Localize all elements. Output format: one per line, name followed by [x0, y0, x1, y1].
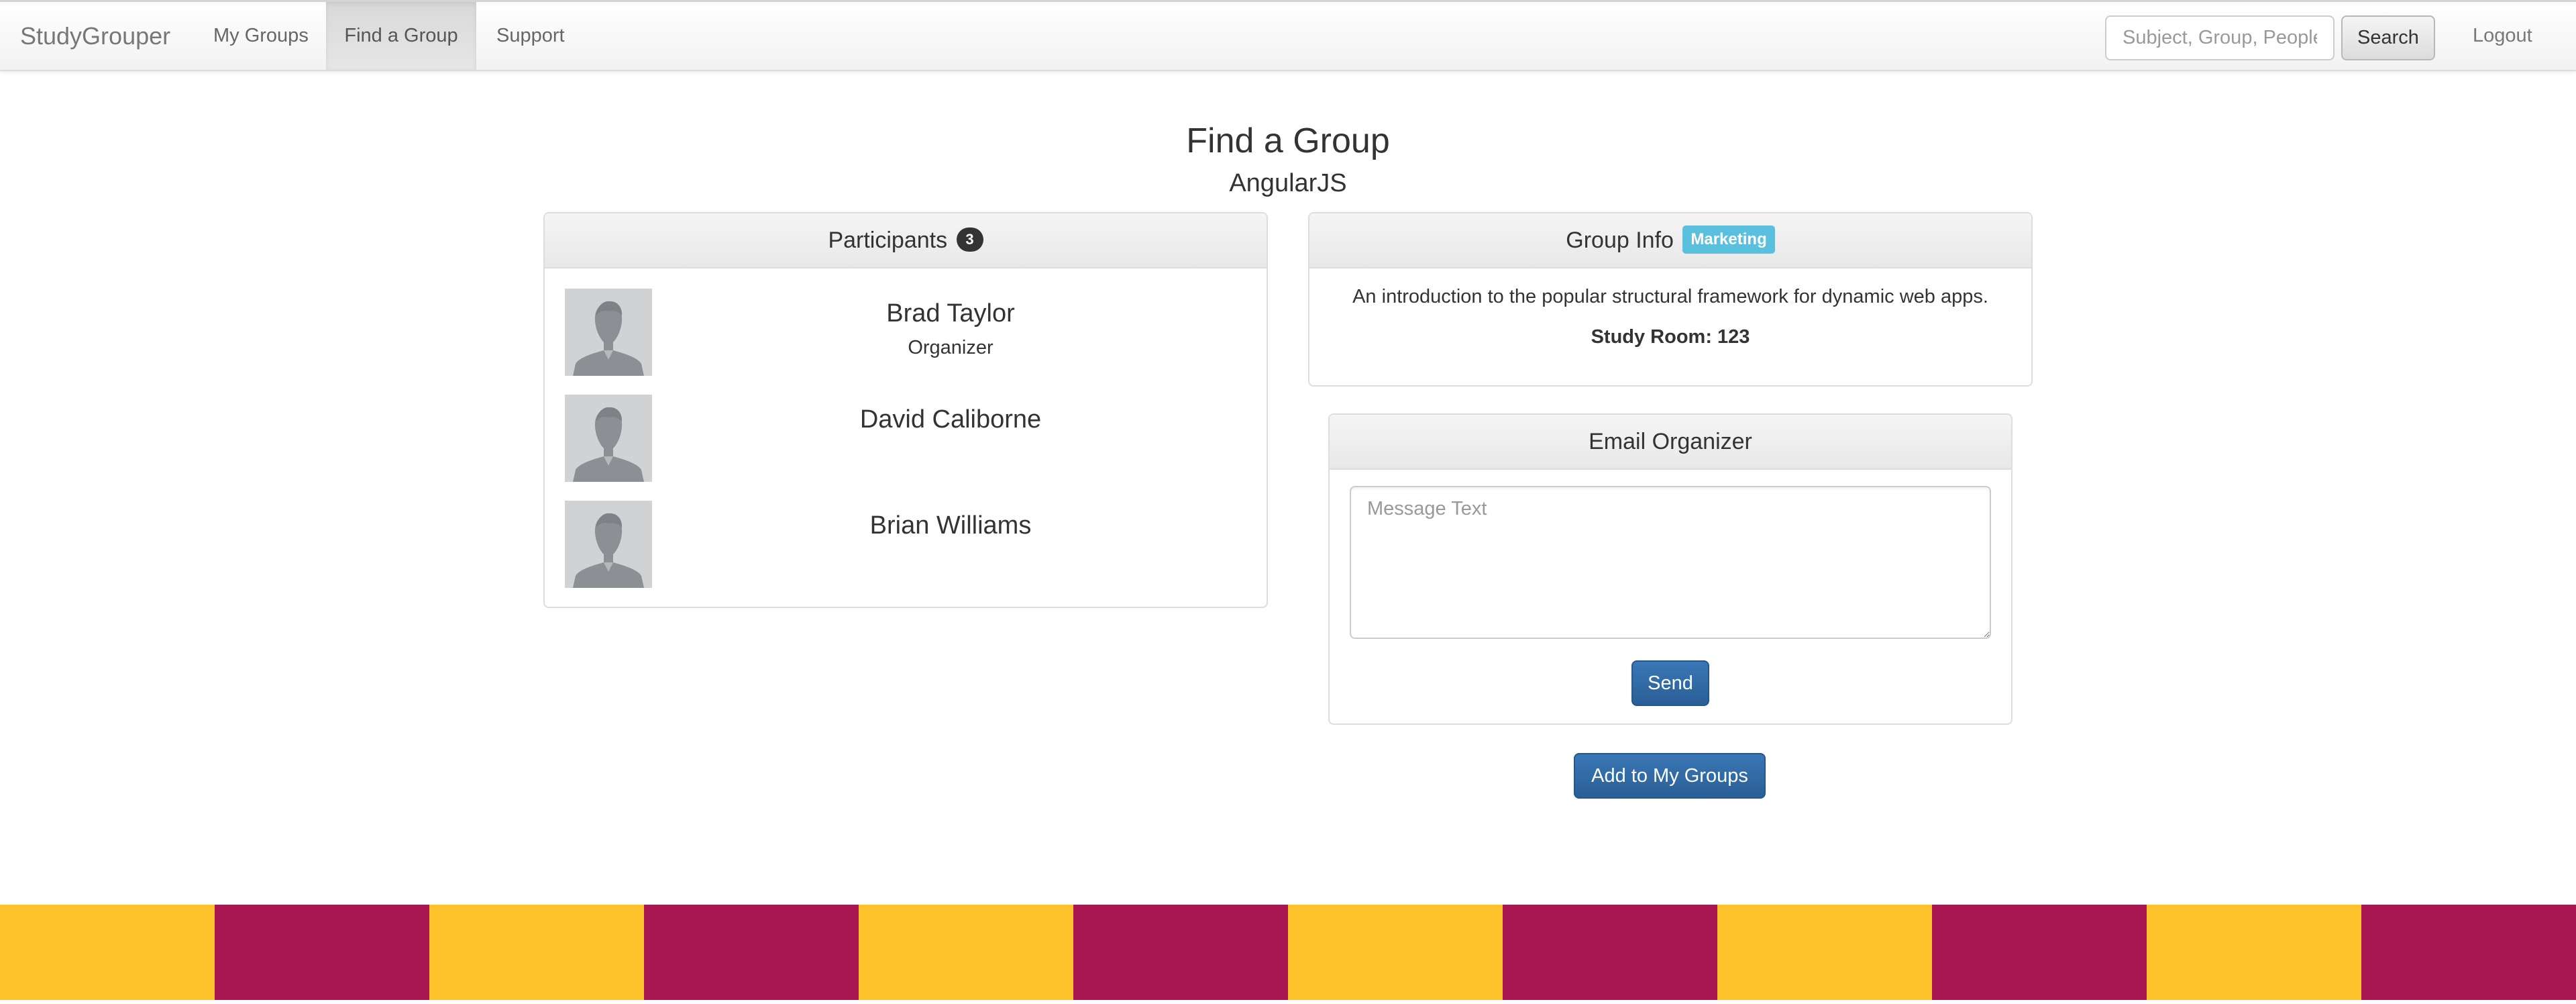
footer-stripe-gold	[429, 905, 644, 1000]
group-info-heading-label: Group Info	[1566, 228, 1674, 253]
send-button[interactable]: Send	[1631, 660, 1709, 706]
footer-stripe-maroon	[215, 905, 429, 1000]
footer-stripe-maroon	[1503, 905, 1717, 1000]
footer-stripe-maroon	[1073, 905, 1288, 1000]
person-silhouette-icon	[565, 501, 652, 588]
participant-name: Brad Taylor	[886, 299, 1015, 328]
footer-stripe-gold	[1717, 905, 1932, 1000]
search-button[interactable]: Search	[2341, 15, 2435, 60]
brand-logo[interactable]: StudyGrouper	[20, 22, 170, 50]
footer-stripe-gold	[859, 905, 1073, 1000]
footer-stripe-maroon	[2361, 905, 2576, 1000]
footer-stripe-gold	[1288, 905, 1503, 1000]
group-info-panel-heading: Group Info Marketing	[1309, 213, 2031, 268]
participant-item: David Caliborne	[565, 395, 1249, 482]
study-room: Study Room: 123	[1591, 326, 1750, 348]
participants-panel-heading: Participants 3	[545, 213, 1267, 268]
participants-panel: Participants 3 Brad Taylor Organizer Dav…	[543, 212, 1268, 608]
person-silhouette-icon	[565, 395, 652, 482]
participant-role: Organizer	[908, 337, 994, 358]
group-name-subtitle: AngularJS	[1229, 169, 1347, 197]
footer-bottom-edge	[0, 1000, 2576, 1004]
add-to-my-groups-button[interactable]: Add to My Groups	[1574, 753, 1766, 799]
footer-stripe-maroon	[644, 905, 859, 1000]
person-silhouette-icon	[565, 289, 652, 376]
participant-count-badge: 3	[956, 228, 983, 252]
participant-name: David Caliborne	[859, 405, 1042, 434]
participant-item: Brad Taylor Organizer	[565, 289, 1249, 376]
group-description: An introduction to the popular structura…	[1352, 286, 1988, 307]
footer-stripe-gold	[2147, 905, 2361, 1000]
participant-item: Brian Williams	[565, 501, 1249, 588]
nav-item-find-a-group[interactable]: Find a Group	[326, 2, 476, 70]
email-organizer-panel: Email Organizer Send	[1328, 413, 2012, 725]
page-title: Find a Group	[1186, 121, 1390, 160]
footer-stripe-maroon	[1932, 905, 2147, 1000]
top-navbar: StudyGrouper My Groups Find a Group Supp…	[0, 0, 2576, 71]
search-input[interactable]	[2105, 15, 2334, 60]
footer-stripe-gold	[0, 905, 215, 1000]
participants-heading-label: Participants	[828, 228, 948, 253]
message-text-input[interactable]	[1350, 486, 1991, 639]
footer-stripe-band	[0, 905, 2576, 1004]
nav-item-my-groups[interactable]: My Groups	[193, 2, 329, 70]
email-organizer-panel-heading: Email Organizer	[1330, 415, 2011, 470]
group-info-panel: Group Info Marketing An introduction to …	[1308, 212, 2033, 387]
nav-item-support[interactable]: Support	[476, 2, 585, 70]
category-tag: Marketing	[1682, 225, 1775, 254]
participant-name: Brian Williams	[869, 511, 1032, 540]
logout-link[interactable]: Logout	[2473, 2, 2532, 70]
